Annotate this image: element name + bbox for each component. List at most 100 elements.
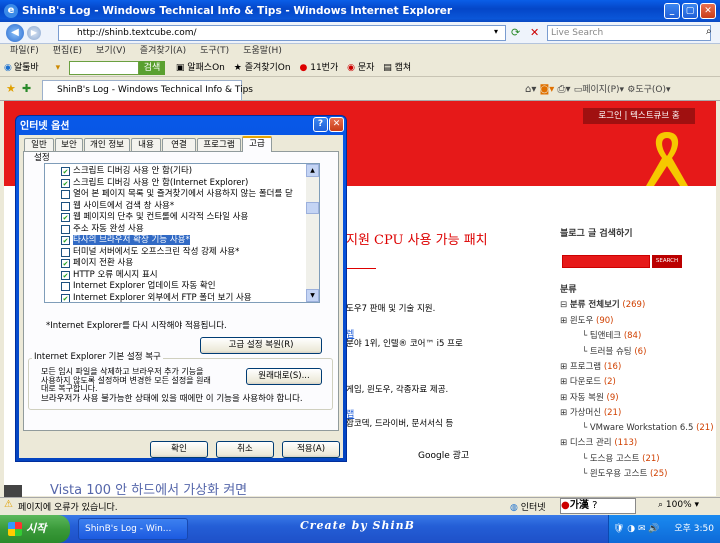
stop-icon[interactable]: ✕	[530, 26, 539, 39]
menu-tools[interactable]: 도구(T)	[200, 46, 229, 56]
checkbox[interactable]	[61, 201, 70, 211]
checkbox[interactable]: ✔	[61, 178, 70, 188]
tab-privacy[interactable]: 개인 정보	[84, 138, 130, 151]
setting-item[interactable]: ✔ HTTP 오류 메시지 표시	[45, 270, 307, 282]
page-menu[interactable]: ▭페이지(P)▾	[574, 85, 624, 95]
ime-bar[interactable]: ●가漢 ?	[560, 498, 636, 514]
clock[interactable]: 오후 3:50	[674, 515, 714, 543]
menu-help[interactable]: 도움말(H)	[243, 46, 282, 56]
scroll-down-arrow-icon[interactable]: ▼	[306, 289, 319, 302]
zoom-control[interactable]: ⌕ 100% ▾	[658, 500, 699, 510]
checkbox[interactable]	[61, 247, 70, 257]
tray-icons[interactable]: 🛡 ◑ ✉ 🔊	[613, 524, 660, 534]
checkbox[interactable]: ✔	[61, 259, 70, 268]
post-title[interactable]: 지원 CPU 사용 가능 패치	[346, 229, 488, 248]
help-button[interactable]: ?	[313, 117, 328, 132]
setting-item[interactable]: ✔ 타사의 브라우저 확장 기능 사용*	[45, 235, 307, 247]
altool-search-input[interactable]	[68, 60, 139, 75]
tab-programs[interactable]: 프로그램	[197, 138, 241, 151]
close-button[interactable]: ✕	[700, 3, 716, 19]
minimize-button[interactable]: _	[664, 3, 680, 19]
forward-icon[interactable]: ▶	[27, 26, 41, 40]
setting-item[interactable]: 웹 사이트에서 검색 창 사용*	[45, 201, 307, 213]
category-item[interactable]: └ 팁앤테크 (84)	[560, 329, 641, 343]
menu-favorites[interactable]: 즐겨찾기(A)	[140, 46, 186, 56]
tab-content[interactable]: 내용	[131, 138, 161, 151]
dialog-close-button[interactable]: ✕	[329, 117, 344, 132]
add-favorite-icon[interactable]: ✚	[22, 82, 31, 95]
setting-item[interactable]: ✔ 스크립트 디버깅 사용 안 함(기타)	[45, 166, 307, 178]
category-item[interactable]: ⊞ 프로그램 (16)	[560, 360, 621, 374]
setting-item[interactable]: 열어 본 페이지 목록 및 즐겨찾기에서 사용하지 않는 폴더를 닫	[45, 189, 307, 201]
settings-list[interactable]: ✔ 스크립트 디버깅 사용 안 함(기타) ✔ 스크립트 디버깅 사용 안 함(Int…	[44, 163, 320, 303]
tab-connections[interactable]: 연결	[162, 138, 196, 151]
settings-scrollbar[interactable]: ▲ ▼	[306, 164, 319, 302]
alpass-link[interactable]: ▣ 알패스On	[176, 63, 225, 73]
dropdown-icon[interactable]: ▾	[494, 27, 498, 36]
setting-item[interactable]: 터미널 서버에서도 오프스크린 작성 강제 사용*	[45, 247, 307, 259]
tools-menu[interactable]: ⚙도구(O)▾	[627, 85, 670, 95]
setting-item[interactable]: ✔ 웹 페이지의 단추 및 컨트롤에 시각적 스타일 사용	[45, 212, 307, 224]
login-link[interactable]: 로그인	[598, 111, 621, 121]
setting-item[interactable]: ✔ 페이지 전환 사용	[45, 258, 307, 270]
scroll-up-arrow-icon[interactable]: ▲	[306, 164, 319, 177]
tab-security[interactable]: 보안	[55, 138, 83, 151]
11st-link[interactable]: ● 11번가	[299, 63, 338, 73]
search-input[interactable]: Live Search	[547, 25, 711, 41]
capture-link[interactable]: ▤ 캡쳐	[383, 63, 411, 73]
menu-edit[interactable]: 편집(E)	[53, 46, 82, 56]
category-item[interactable]: └ 트러블 슈팅 (6)	[560, 345, 646, 359]
checkbox[interactable]: ✔	[61, 270, 70, 280]
refresh-icon[interactable]: ⟳	[511, 26, 520, 39]
checkbox[interactable]	[61, 224, 70, 234]
tab-active[interactable]: ShinB's Log - Windows Technical Info & T…	[42, 80, 253, 100]
blog-search-button[interactable]: SEARCH	[652, 255, 682, 268]
category-item[interactable]: └ 도스용 고스트 (21)	[560, 452, 660, 466]
category-all[interactable]: ⊟ 분류 전체보기 (269)	[560, 298, 645, 312]
menu-view[interactable]: 보기(V)	[96, 46, 126, 56]
url-input[interactable]: http://shinb.textcube.com/	[58, 25, 506, 41]
warning-icon[interactable]: ⚠	[4, 499, 13, 510]
checkbox[interactable]	[61, 282, 70, 291]
apply-button[interactable]: 적용(A)	[282, 441, 340, 458]
restore-advanced-button[interactable]: 고급 설정 복원(R)	[200, 337, 322, 354]
print-icon[interactable]: ⎙▾	[557, 84, 570, 95]
category-item[interactable]: ⊞ 디스크 관리 (113)	[560, 436, 637, 450]
altool-search-button[interactable]: 검색	[138, 60, 165, 75]
checkbox[interactable]: ✔	[61, 236, 70, 245]
back-icon[interactable]: ◀	[6, 24, 24, 42]
checkbox[interactable]: ✔	[61, 293, 70, 302]
favorites-star-icon[interactable]: ★	[6, 82, 16, 95]
maximize-button[interactable]: ▢	[682, 3, 698, 19]
window-titlebar[interactable]: ShinB's Log - Windows Technical Info & T…	[0, 0, 720, 22]
checkbox[interactable]	[61, 190, 70, 199]
next-post-title[interactable]: Vista 100 안 하드에서 가상화 켜면	[50, 479, 247, 498]
feeds-icon[interactable]: ◙▾	[540, 84, 555, 95]
setting-item[interactable]: Internet Explorer 업데이트 자동 확인	[45, 281, 307, 293]
altool-label[interactable]: 알툴바	[14, 63, 39, 73]
category-item[interactable]: └ VMware Workstation 6.5 (21)	[560, 421, 714, 435]
scroll-thumb[interactable]	[306, 202, 319, 214]
zone-indicator[interactable]: ◍ 인터넷	[510, 500, 546, 513]
tab-general[interactable]: 일반	[24, 138, 54, 151]
setting-item[interactable]: 주소 자동 완성 사용	[45, 224, 307, 236]
checkbox[interactable]: ✔	[61, 167, 70, 176]
category-item[interactable]: ⊞ 다운로드 (2)	[560, 375, 616, 389]
blog-search-input[interactable]	[562, 255, 650, 268]
favorites-on-link[interactable]: ★ 즐겨찾기On	[234, 63, 291, 73]
reset-button[interactable]: 원래대로(S)...	[246, 368, 322, 385]
tab-advanced[interactable]: 고급	[242, 136, 272, 152]
search-icon[interactable]: ⌕	[706, 26, 712, 37]
ok-button[interactable]: 확인	[150, 441, 208, 458]
category-item[interactable]: └ 윈도우용 고스트 (25)	[560, 467, 667, 481]
home-icon[interactable]: ⌂▾	[525, 84, 536, 95]
category-item[interactable]: ⊞ 윈도우 (90)	[560, 314, 613, 328]
setting-item[interactable]: ✔ 스크립트 디버깅 사용 안 함(Internet Explorer)	[45, 178, 307, 190]
checkbox[interactable]: ✔	[61, 213, 70, 222]
menu-file[interactable]: 파일(F)	[10, 46, 39, 56]
cancel-button[interactable]: 취소	[216, 441, 274, 458]
category-item[interactable]: ⊞ 자동 복원 (9)	[560, 391, 619, 405]
setting-item[interactable]: ✔ Internet Explorer 외부에서 FTP 폴더 보기 사용	[45, 293, 307, 302]
category-item[interactable]: ⊞ 가상머신 (21)	[560, 406, 621, 420]
sms-link[interactable]: ◉ 문자	[347, 63, 374, 73]
